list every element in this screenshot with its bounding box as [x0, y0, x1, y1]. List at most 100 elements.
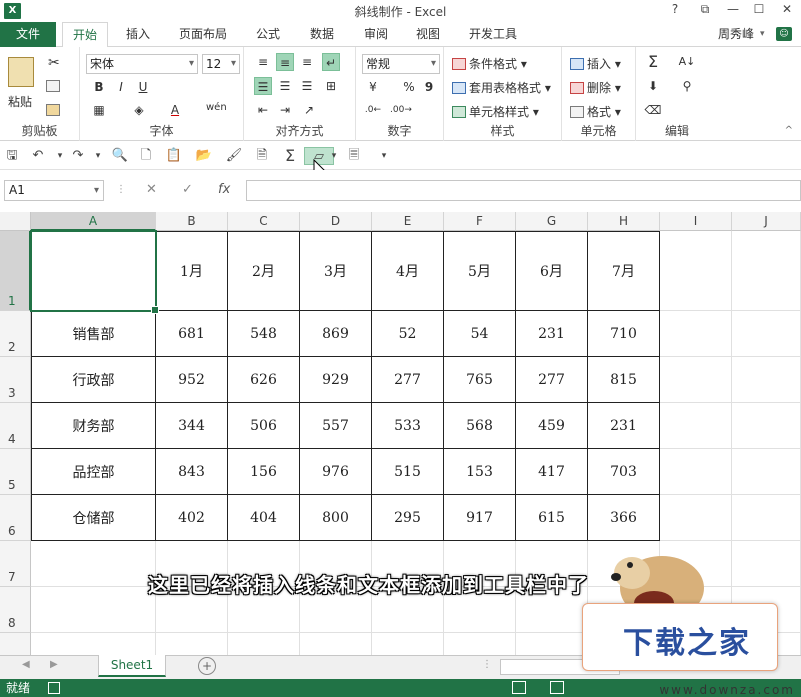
tab-view[interactable]: 视图 — [406, 22, 450, 47]
empty-cell[interactable] — [660, 495, 732, 541]
table-cell[interactable]: 231 — [516, 311, 588, 357]
orientation-icon[interactable]: ↗ — [300, 101, 318, 119]
tab-developer[interactable]: 开发工具 — [460, 22, 526, 47]
confirm-entry-button[interactable]: ✓ — [182, 182, 193, 197]
table-format-button[interactable]: 套用表格格式 ▾ — [452, 79, 551, 96]
redo-icon[interactable]: ↷ — [68, 147, 88, 165]
column-header-i[interactable]: I — [660, 212, 732, 231]
empty-cell[interactable] — [660, 449, 732, 495]
empty-cell[interactable] — [156, 633, 228, 655]
table-cell[interactable]: 548 — [228, 311, 300, 357]
italic-button[interactable]: I — [112, 78, 130, 96]
bold-button[interactable]: B — [90, 78, 108, 96]
paste-button[interactable]: 粘贴 — [8, 93, 32, 110]
empty-cell[interactable] — [732, 357, 801, 403]
percent-button[interactable]: % — [400, 78, 418, 96]
table-cell[interactable]: 952 — [156, 357, 228, 403]
empty-cell[interactable] — [660, 311, 732, 357]
table-cell[interactable]: 153 — [444, 449, 516, 495]
borders-icon[interactable]: ▦ — [90, 101, 108, 119]
tab-formulas[interactable]: 公式 — [246, 22, 290, 47]
table-cell[interactable]: 710 — [588, 311, 660, 357]
wrap-text-icon[interactable]: ↵ — [322, 53, 340, 71]
table-cell[interactable]: 765 — [444, 357, 516, 403]
row-header-2[interactable]: 2 — [0, 311, 31, 357]
row-header-4[interactable]: 4 — [0, 403, 31, 449]
empty-cell[interactable] — [31, 633, 156, 655]
empty-cell[interactable] — [732, 541, 801, 587]
table-cell[interactable]: 843 — [156, 449, 228, 495]
decrease-decimal-icon[interactable]: .00→ — [390, 101, 412, 119]
table-header-cell[interactable]: 5月 — [444, 231, 516, 311]
table-cell[interactable]: 681 — [156, 311, 228, 357]
find-select-icon[interactable]: ⚲ — [678, 77, 696, 95]
empty-cell[interactable] — [660, 231, 732, 311]
collapse-ribbon-icon[interactable]: ^ — [785, 125, 793, 136]
minimize-button[interactable]: — — [722, 2, 744, 16]
table-cell[interactable]: 54 — [444, 311, 516, 357]
column-header-j[interactable]: J — [732, 212, 801, 231]
row-header-6[interactable]: 6 — [0, 495, 31, 541]
table-cell[interactable]: 417 — [516, 449, 588, 495]
table-cell[interactable]: 568 — [444, 403, 516, 449]
table-header-cell[interactable]: 1月 — [156, 231, 228, 311]
column-header-g[interactable]: G — [516, 212, 588, 231]
table-cell[interactable]: 459 — [516, 403, 588, 449]
empty-cell[interactable] — [732, 311, 801, 357]
column-header-e[interactable]: E — [372, 212, 444, 231]
increase-indent-icon[interactable]: ⇥ — [276, 101, 294, 119]
empty-cell[interactable] — [732, 403, 801, 449]
column-header-h[interactable]: H — [588, 212, 660, 231]
table-cell[interactable]: 506 — [228, 403, 300, 449]
empty-cell[interactable] — [31, 587, 156, 633]
row-header-3[interactable]: 3 — [0, 357, 31, 403]
table-cell[interactable]: 800 — [300, 495, 372, 541]
table-cell[interactable]: 52 — [372, 311, 444, 357]
font-size-combo[interactable]: 12 — [202, 54, 240, 74]
conditional-format-button[interactable]: 条件格式 ▾ — [452, 55, 527, 72]
insert-function-button[interactable]: fx — [218, 182, 230, 197]
table-cell[interactable]: 557 — [300, 403, 372, 449]
fill-icon[interactable]: ⬇ — [644, 77, 662, 95]
table-cell[interactable]: 815 — [588, 357, 660, 403]
empty-cell[interactable] — [660, 357, 732, 403]
comma-style-button[interactable]: 9 — [420, 78, 438, 96]
table-cell[interactable]: 976 — [300, 449, 372, 495]
undo-icon[interactable]: ↶ — [28, 147, 48, 165]
table-cell[interactable]: 品控部 — [31, 449, 156, 495]
help-button[interactable]: ? — [664, 2, 686, 16]
sort-filter-icon[interactable]: A↓ — [678, 53, 696, 71]
format-painter-qat-icon[interactable]: 🖌 — [224, 147, 244, 165]
delete-cells-button[interactable]: 删除 ▾ — [570, 79, 621, 96]
merge-center-icon[interactable]: ⊞ — [322, 77, 340, 95]
cut-icon[interactable]: ✂ — [48, 55, 60, 71]
prev-sheet-icon[interactable]: ◀ — [22, 659, 30, 670]
tab-page-layout[interactable]: 页面布局 — [170, 22, 236, 47]
add-sheet-button[interactable]: + — [198, 657, 216, 675]
new-file-icon[interactable]: 🗋 — [136, 147, 156, 165]
font-name-combo[interactable]: 宋体 — [86, 54, 198, 74]
table-header-cell[interactable]: 4月 — [372, 231, 444, 311]
table-cell[interactable]: 703 — [588, 449, 660, 495]
increase-decimal-icon[interactable]: .0← — [364, 101, 382, 119]
underline-button[interactable]: U — [134, 78, 152, 96]
empty-cell[interactable] — [660, 403, 732, 449]
table-cell[interactable]: 515 — [372, 449, 444, 495]
empty-cell[interactable] — [732, 231, 801, 311]
table-cell[interactable]: 277 — [516, 357, 588, 403]
table-cell[interactable]: 行政部 — [31, 357, 156, 403]
copy-icon[interactable] — [46, 79, 63, 93]
empty-cell[interactable] — [732, 495, 801, 541]
table-cell[interactable]: 404 — [228, 495, 300, 541]
shapes-dropdown-icon[interactable]: ▾ — [324, 147, 344, 165]
format-painter-icon[interactable] — [46, 103, 63, 117]
row-header-9[interactable]: 9 — [0, 633, 31, 655]
table-cell[interactable]: 402 — [156, 495, 228, 541]
sum-icon[interactable]: Σ — [280, 147, 300, 165]
user-name[interactable]: 周秀峰 — [718, 22, 754, 47]
tab-insert[interactable]: 插入 — [116, 22, 160, 47]
column-header-d[interactable]: D — [300, 212, 372, 231]
cancel-entry-button[interactable]: ✕ — [146, 182, 157, 197]
table-header-cell[interactable] — [31, 231, 156, 311]
table-cell[interactable]: 295 — [372, 495, 444, 541]
